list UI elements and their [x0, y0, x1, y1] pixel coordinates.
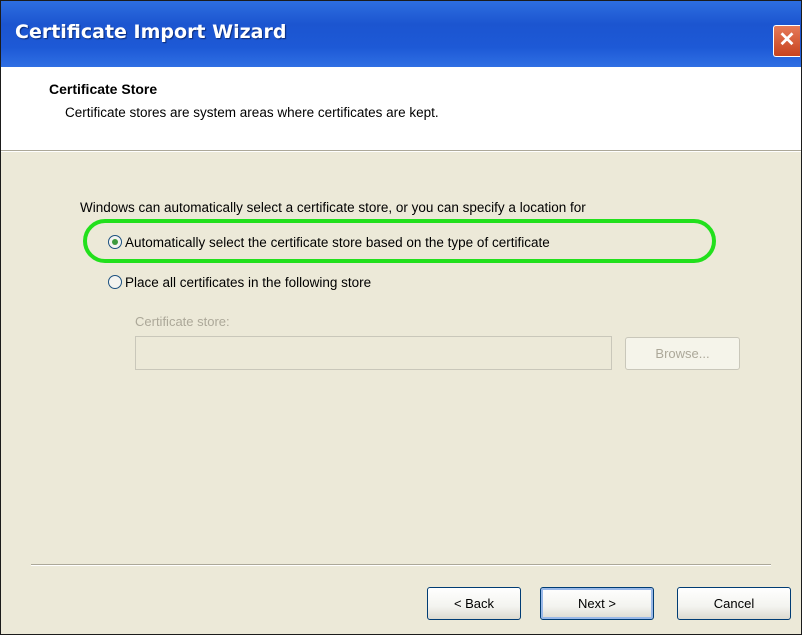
page-subtitle: Certificate stores are system areas wher… [65, 105, 439, 120]
page-title: Certificate Store [49, 81, 158, 97]
close-icon[interactable]: ✕ [773, 25, 800, 57]
window-title: Certificate Import Wizard [15, 21, 287, 43]
certificate-store-field [135, 336, 612, 370]
option-place-all[interactable]: Place all certificates in the following … [108, 271, 371, 293]
back-button[interactable]: < Back [427, 587, 521, 620]
cancel-button[interactable]: Cancel [677, 587, 791, 620]
footer-divider-highlight [31, 565, 771, 566]
highlight-annotation [83, 219, 716, 263]
browse-button: Browse... [625, 337, 740, 370]
radio-place-all[interactable] [108, 275, 122, 289]
title-bar[interactable]: Certificate Import Wizard ✕ [1, 1, 801, 67]
option-place-all-label[interactable]: Place all certificates in the following … [125, 275, 371, 290]
wizard-header: Certificate Store Certificate stores are… [1, 67, 801, 150]
header-divider-highlight [1, 151, 801, 152]
intro-text: Windows can automatically select a certi… [80, 200, 586, 215]
next-button[interactable]: Next > [540, 587, 654, 620]
certificate-store-label: Certificate store: [135, 314, 230, 329]
wizard-window: Certificate Import Wizard ✕ Certificate … [0, 0, 802, 635]
